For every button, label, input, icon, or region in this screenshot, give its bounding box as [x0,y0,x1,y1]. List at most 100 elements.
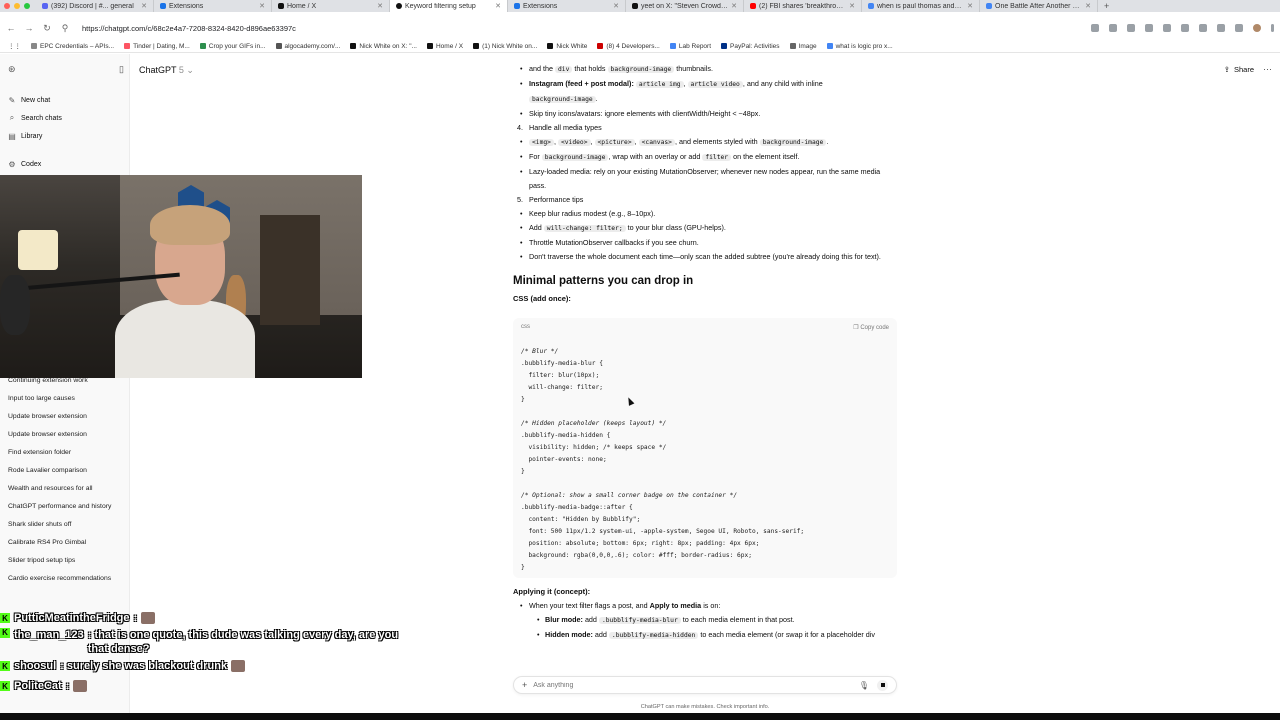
apps-grid-icon[interactable]: ⋮⋮ [8,42,21,50]
copy-code-button[interactable]: ❐ Copy code [853,324,889,331]
extension-icon[interactable] [1163,24,1171,32]
url-field[interactable]: https://chatgpt.com/c/68c2e4a7-7208-8324… [82,24,296,33]
chat-history-item[interactable]: Rode Lavalier comparison [8,462,126,480]
bookmark-item[interactable]: Nick White [547,43,587,50]
profile-avatar[interactable] [1253,24,1261,32]
code-line: .bubblify-media-hidden { [521,432,611,439]
search-icon: ⌕ [9,113,15,122]
extension-icon[interactable] [1145,24,1153,32]
extension-icon[interactable] [1181,24,1189,32]
close-tab-icon[interactable]: ✕ [613,2,619,10]
stop-generating-button[interactable] [877,679,888,691]
bookmark-item[interactable]: (8) 4 Developers... [597,43,660,50]
browser-toolbar-icons [1091,24,1274,32]
chat-history-item[interactable]: Cardio exercise recommendations [8,570,126,588]
bookmark-favicon [721,43,728,49]
kebab-menu-icon[interactable] [1271,24,1274,32]
close-tab-icon[interactable]: ✕ [731,2,737,10]
new-chat-button[interactable]: ✎ New chat [8,91,62,109]
site-settings-icon[interactable]: ⚲ [60,23,70,34]
bookmark-item[interactable]: Lab Report [669,43,711,50]
browser-tab[interactable]: (2) FBI shares 'breakthrough'... ✕ [744,0,862,12]
code-line: font: 500 11px/1.2 system-ui, -apple-sys… [521,528,805,535]
chat-history-item[interactable]: Wealth and resources for all [8,480,126,498]
code-line: background: rgba(0,0,0,.6); color: #fff;… [521,552,752,559]
chevron-down-icon: ⌄ [186,65,194,75]
list-item: <img>, <video>, <picture>, <canvas>, and… [513,135,897,150]
library-icon: ▤ [8,131,16,141]
browser-tab[interactable]: Extensions ✕ [508,0,626,12]
chat-history-item[interactable]: Shark slider shuts off [8,516,126,534]
reload-icon[interactable]: ↻ [42,23,52,34]
applying-list: When your text filter flags a post, and … [513,599,897,613]
extension-icon[interactable] [1199,24,1207,32]
sidepanel-icon[interactable] [1235,24,1243,32]
bookmark-item[interactable]: Crop your GIFs in... [199,43,266,50]
chat-message: Kthe_man_123: that is one quote, this du… [0,628,420,656]
extensions-puzzle-icon[interactable] [1217,24,1225,32]
bookmark-item[interactable]: EPC Credentials – APIs... [31,43,114,50]
back-arrow-icon[interactable]: ← [6,23,16,33]
chat-history-item[interactable]: Find extension folder [8,444,126,462]
browser-tab[interactable]: (392) Discord | #... general ✕ [36,0,154,12]
bookmark-item[interactable]: algocademy.com/... [275,43,340,50]
bookmark-item[interactable]: (1) Nick White on... [473,43,537,50]
chat-history-item[interactable]: Slider tripod setup tips [8,552,126,570]
sidebar-toggle-icon[interactable]: ▯ [119,64,124,75]
numbered-item: 5. Performance tips [517,195,584,204]
more-options-icon[interactable]: ⋯ [1263,64,1272,75]
code-line: /* Hidden placeholder (keeps layout) */ [521,420,667,427]
chat-history-item[interactable]: Input too large causes [8,390,126,408]
share-button[interactable]: ⇪ Share [1224,65,1254,74]
list-item: Keep blur radius modest (e.g., 8–10px). [513,207,897,221]
bookmark-item[interactable]: PayPal: Activities [721,43,780,50]
chat-history-item[interactable]: Update browser extension [8,426,126,444]
google-icon [868,3,874,9]
webcam-softbox-light [18,230,58,270]
microphone-icon[interactable]: 🎙 [859,681,869,690]
kick-badge-icon: K [0,613,10,623]
maximize-window-icon[interactable] [24,3,30,9]
chat-history-item[interactable]: ChatGPT performance and history [8,498,126,516]
bookmark-item[interactable]: Tinder | Dating, M... [124,43,190,50]
openai-logo-icon[interactable]: ⊛ [8,64,16,75]
list-item: When your text filter flags a post, and … [513,599,897,613]
close-tab-icon[interactable]: ✕ [849,2,855,10]
bookmark-favicon [547,43,554,49]
browser-tab[interactable]: One Battle After Another cas... ✕ [980,0,1098,12]
search-chats-button[interactable]: ⌕ Search chats [8,109,62,127]
chat-history-item[interactable]: Calibrate RS4 Pro Gimbal [8,534,126,552]
prompt-input[interactable] [533,681,859,689]
new-tab-button[interactable]: + [1098,1,1115,11]
emote-icon [73,680,88,692]
browser-tab[interactable]: when is paul thomas anderso...✕ [862,0,980,12]
bookmark-star-icon[interactable] [1109,24,1117,32]
code-line: .bubblify-media-badge::after { [521,504,633,511]
extension-icon[interactable] [1127,24,1135,32]
close-tab-icon[interactable]: ✕ [377,2,383,10]
codex-button[interactable]: ⚙ Codex [8,155,62,173]
close-tab-icon[interactable]: ✕ [141,2,147,10]
browser-tab[interactable]: yeet on X: "Steven Crowder a...✕ [626,0,744,12]
chatgpt-icon [396,3,402,9]
bookmark-item[interactable]: Image [789,43,817,50]
code-language-label: css [521,324,530,330]
browser-tab-active[interactable]: Keyword filtering setup ✕ [390,0,508,12]
close-tab-icon[interactable]: ✕ [967,2,973,10]
browser-tab[interactable]: Extensions ✕ [154,0,272,12]
bookmark-item[interactable]: Nick White on X: "... [350,43,417,50]
close-tab-icon[interactable]: ✕ [1085,2,1091,10]
attach-plus-icon[interactable]: + [522,680,527,690]
browser-tab[interactable]: Home / X ✕ [272,0,390,12]
install-app-icon[interactable] [1091,24,1099,32]
close-tab-icon[interactable]: ✕ [259,2,265,10]
model-selector[interactable]: ChatGPT 5 ⌄ [139,65,194,76]
bookmark-item[interactable]: Home / X [426,43,463,50]
library-button[interactable]: ▤ Library [8,127,62,145]
chat-history-item[interactable]: Update browser extension [8,408,126,426]
minimize-window-icon[interactable] [14,3,20,9]
close-tab-icon[interactable]: ✕ [495,2,501,10]
forward-arrow-icon[interactable]: → [24,23,34,33]
bookmark-item[interactable]: what is logic pro x... [826,43,893,50]
close-window-icon[interactable] [4,3,10,9]
